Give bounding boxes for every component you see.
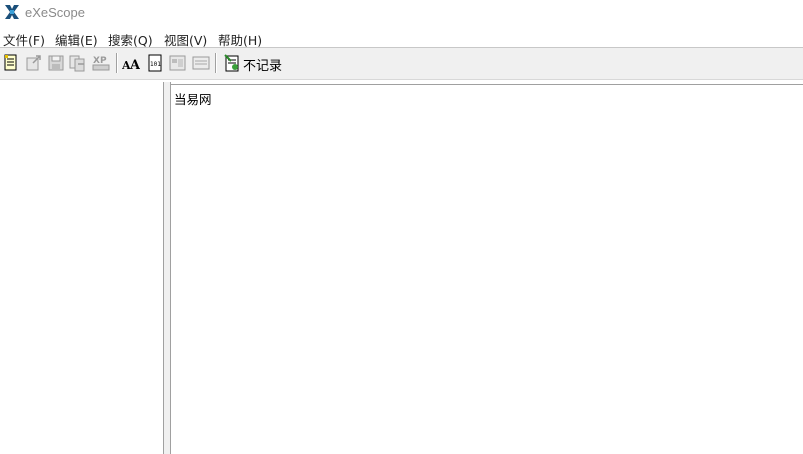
toolbar-separator xyxy=(215,53,217,73)
menu-search[interactable]: 搜索(Q) xyxy=(108,30,153,49)
font-icon[interactable]: A A xyxy=(122,54,140,72)
dialog-editor-icon[interactable] xyxy=(169,54,187,72)
menu-view[interactable]: 视图(V) xyxy=(164,30,207,49)
save-icon[interactable] xyxy=(47,54,65,72)
record-toggle-label[interactable]: 不记录 xyxy=(243,55,282,74)
menu-bar: 文件(F) 编辑(E) 搜索(Q) 视图(V) 帮助(H) xyxy=(0,27,803,48)
content-pane[interactable]: 当易网 xyxy=(171,84,803,454)
toolbar-separator xyxy=(116,53,118,73)
window-title: eXeScope xyxy=(25,5,85,20)
record-icon[interactable] xyxy=(223,54,241,72)
open-file-icon[interactable] xyxy=(2,54,20,72)
import-icon[interactable] xyxy=(69,54,87,72)
menu-file[interactable]: 文件(F) xyxy=(3,30,45,49)
content-text: 当易网 xyxy=(174,92,212,107)
export-icon[interactable] xyxy=(25,54,43,72)
menu-help[interactable]: 帮助(H) xyxy=(218,30,262,49)
resource-view-icon[interactable] xyxy=(192,54,210,72)
pane-splitter[interactable] xyxy=(163,82,171,454)
xp-manifest-icon[interactable]: XP xyxy=(92,54,110,72)
hex-view-icon[interactable]: 101 xyxy=(146,54,164,72)
title-bar: eXeScope xyxy=(0,0,803,26)
menu-edit[interactable]: 编辑(E) xyxy=(55,30,98,49)
resource-tree-pane[interactable] xyxy=(0,82,163,454)
toolbar: XP A A 101 不记录 xyxy=(0,48,803,80)
svg-text:A: A xyxy=(129,58,140,72)
svg-text:101: 101 xyxy=(150,61,161,68)
exescope-app-icon xyxy=(4,4,20,20)
